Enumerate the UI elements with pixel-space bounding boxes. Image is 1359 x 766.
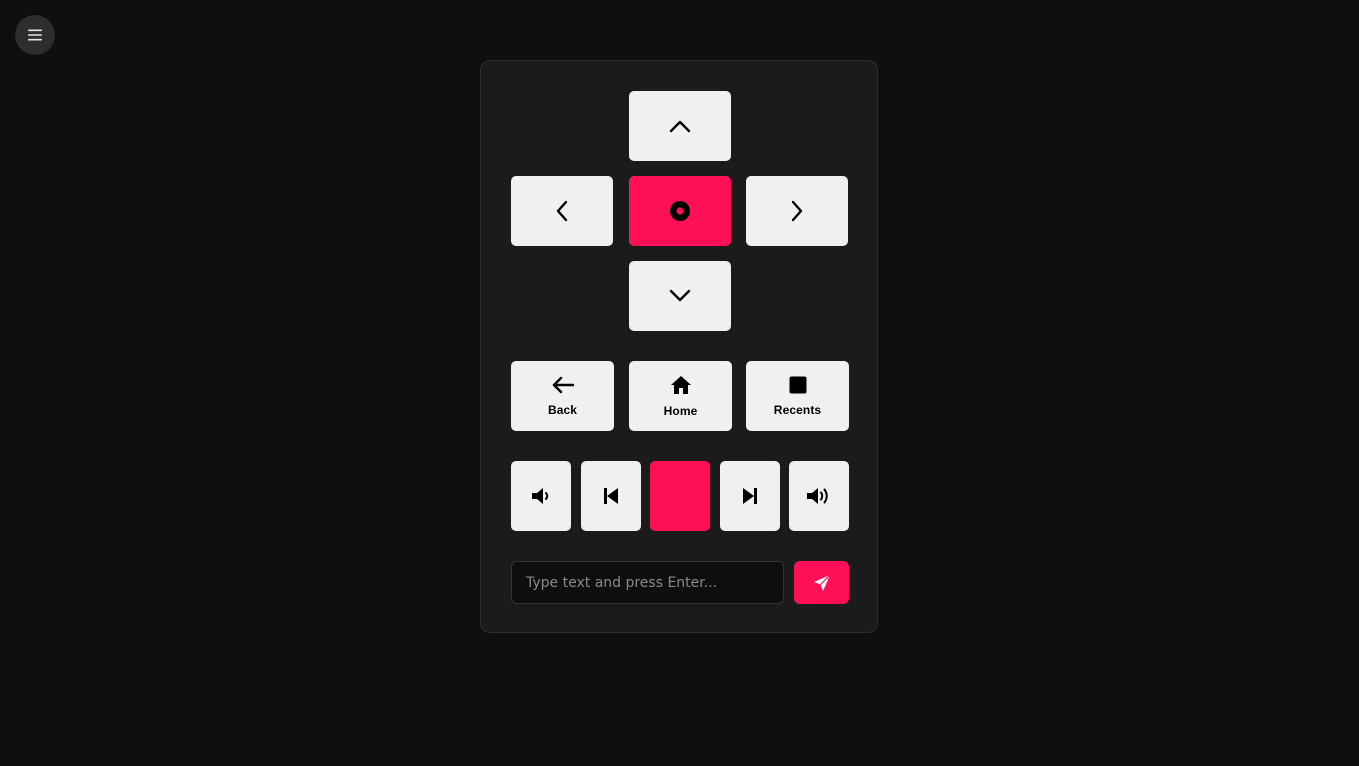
- volume-up-button[interactable]: [789, 461, 849, 531]
- back-button[interactable]: Back: [511, 361, 614, 431]
- menu-button[interactable]: [15, 15, 55, 55]
- volume-down-icon: [532, 488, 549, 504]
- play-pause-button[interactable]: [650, 461, 710, 531]
- dpad-left-button[interactable]: [511, 176, 613, 246]
- skip-next-icon: [743, 488, 757, 504]
- chevron-up-icon: [669, 120, 691, 133]
- previous-button[interactable]: [581, 461, 641, 531]
- send-icon: [813, 574, 830, 591]
- next-button[interactable]: [720, 461, 780, 531]
- remote-panel: Back Home Recents: [480, 60, 878, 633]
- square-icon: [789, 376, 806, 393]
- text-entry-input[interactable]: [511, 561, 784, 604]
- back-label: Back: [547, 402, 578, 417]
- send-button[interactable]: [794, 561, 849, 604]
- chevron-right-icon: [791, 200, 803, 222]
- recents-label: Recents: [773, 402, 822, 417]
- recents-button[interactable]: Recents: [746, 361, 849, 431]
- chevron-down-icon: [669, 289, 691, 302]
- dpad-down-button[interactable]: [629, 261, 731, 331]
- arrow-left-icon: [552, 376, 574, 393]
- home-button[interactable]: Home: [629, 361, 732, 431]
- volume-down-button[interactable]: [511, 461, 571, 531]
- dpad-right-button[interactable]: [746, 176, 848, 246]
- volume-up-icon: [807, 488, 828, 504]
- chevron-left-icon: [556, 200, 568, 222]
- circle-dot-icon: [670, 201, 690, 221]
- dpad-up-button[interactable]: [629, 91, 731, 161]
- dpad-ok-button[interactable]: [629, 176, 731, 246]
- home-label: Home: [663, 403, 698, 418]
- skip-previous-icon: [604, 488, 618, 504]
- home-icon: [670, 375, 691, 394]
- hamburger-menu-icon: [28, 29, 42, 41]
